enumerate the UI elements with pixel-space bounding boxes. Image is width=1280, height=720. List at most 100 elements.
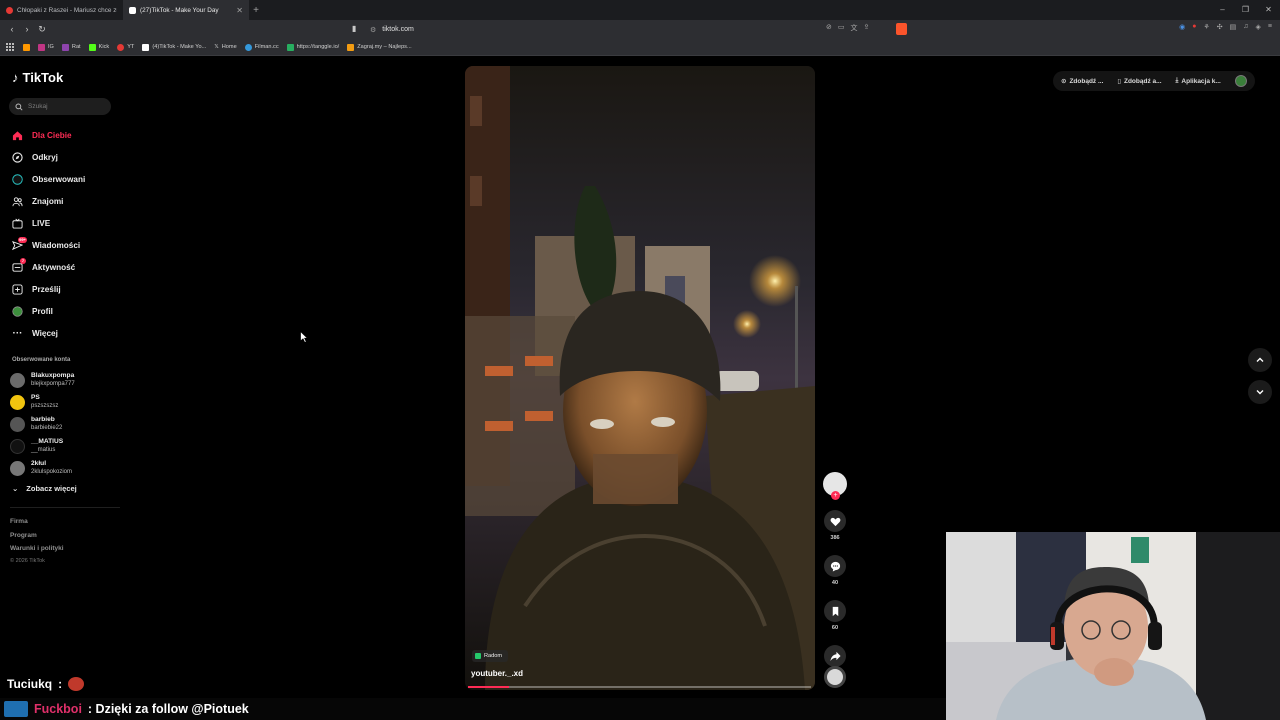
heart-icon[interactable] [824, 510, 846, 532]
bookmark-item[interactable]: https://tanggle.io/ [286, 43, 339, 51]
sidebar-item-label: Odkryj [32, 152, 58, 162]
comment-icon[interactable] [824, 555, 846, 577]
chevron-down-icon: ⌄ [12, 484, 19, 493]
bookmarks-bar: IG Rat Kick YT (4)TikTok - Make Yo... 𝕏H… [0, 39, 1280, 56]
avatar [10, 394, 25, 410]
sidebar-item-label: Prześlij [32, 284, 61, 294]
record-icon[interactable]: ● [1192, 23, 1196, 31]
sidebar-item-profile[interactable]: Profil [11, 300, 121, 322]
following-accounts-title: Obserwowane konta [12, 357, 71, 363]
sidebar-item-live[interactable]: LIVE [11, 212, 121, 234]
menu-icon[interactable]: ≡ [1268, 23, 1272, 31]
footer-link-program[interactable]: Program [10, 529, 64, 543]
creator-avatar[interactable]: + [823, 472, 847, 500]
bookmark-item[interactable]: 𝕏 Home [214, 44, 236, 50]
sidebar-icon[interactable]: ▤ [1230, 23, 1237, 31]
bookmark-favicon-icon [142, 43, 150, 51]
sidebar-item-messages[interactable]: 99+ Wiadomości [11, 234, 121, 256]
phone-icon: ▯ [1117, 78, 1121, 85]
tiktok-logo[interactable]: ♪ TikTok [12, 70, 63, 85]
reload-icon[interactable]: ↻ [36, 24, 48, 35]
forward-icon[interactable]: › [21, 24, 33, 35]
following-account[interactable]: PS pszszszsz [10, 391, 120, 413]
bookmark-page-icon[interactable]: ▮ [352, 24, 362, 35]
get-coins-button[interactable]: ⊙ Zdobądź ... [1061, 77, 1103, 86]
following-account[interactable]: __MATIUS __matius [10, 435, 120, 457]
like-action[interactable]: 386 [822, 510, 848, 541]
sidebar-item-friends[interactable]: Znajomi [11, 190, 121, 212]
back-icon[interactable]: ‹ [6, 24, 18, 35]
bookmark-item[interactable]: YT [117, 43, 134, 51]
bookmark-item[interactable]: Filman.cc [244, 43, 279, 51]
cast-icon[interactable]: ▭ [838, 23, 845, 33]
music-icon[interactable]: ♫ [1243, 23, 1248, 31]
location-label: Radom [484, 653, 503, 659]
close-window-icon[interactable]: ✕ [1257, 0, 1280, 20]
chat-emote-icon [4, 701, 28, 717]
sidebar-item-following[interactable]: Obserwowani [11, 168, 121, 190]
bookmark-item[interactable]: IG [38, 43, 54, 51]
sidebar-item-explore[interactable]: Odkryj [11, 146, 121, 168]
tab-title: (27)TikTok - Make Your Day [140, 6, 219, 14]
following-account[interactable]: Blakuxpompa blejkxpompa777 [10, 369, 120, 391]
get-app-button[interactable]: ▯ Zdobądź a... [1117, 77, 1162, 86]
stream-chat-line: Tuciukq : [7, 677, 85, 691]
following-account[interactable]: barbieb barbiebie22 [10, 413, 120, 435]
avatar [10, 416, 25, 432]
footer-link-terms[interactable]: Warunki i polityki [10, 542, 64, 556]
bookmark-item[interactable]: Kick [88, 43, 109, 51]
next-video-button[interactable] [1248, 380, 1272, 404]
camera-blocked-icon[interactable]: ⊘ [826, 23, 832, 33]
save-action[interactable]: 60 [822, 600, 848, 631]
video-author[interactable]: youtuber._.xd [471, 669, 523, 678]
music-disc-icon[interactable] [824, 666, 846, 688]
shield-icon[interactable]: ◈ [1256, 23, 1261, 31]
following-icon [11, 173, 24, 186]
video-player[interactable] [465, 66, 815, 690]
download-icon: ⤓ [1175, 77, 1179, 84]
extension-icon[interactable]: ⚘ [1203, 23, 1209, 31]
previous-video-button[interactable] [1248, 348, 1272, 372]
bookmark-item[interactable]: Rat [61, 43, 81, 51]
close-tab-icon[interactable]: ✕ [236, 6, 243, 15]
apps-grid-icon[interactable] [6, 42, 15, 52]
share-arrow-icon[interactable] [824, 645, 846, 667]
search-icon [15, 102, 23, 111]
option-label: Zdobądź a... [1123, 77, 1162, 85]
brave-shields-icon[interactable] [896, 23, 907, 35]
bookmark-favicon-icon [38, 43, 45, 51]
browser-tab-active[interactable]: (27)TikTok - Make Your Day ✕ [123, 0, 249, 20]
puzzle-icon[interactable]: ✣ [1217, 23, 1223, 31]
location-tag[interactable]: Radom [472, 650, 509, 662]
see-more-button[interactable]: ⌄ Zobacz więcej [12, 484, 77, 493]
browser-tab[interactable]: Chłopaki z Raszei - Mariusz chce zuę [0, 0, 123, 20]
profile-avatar[interactable] [1234, 75, 1247, 87]
audio-icon[interactable]: ◉ [1179, 23, 1185, 31]
bookmark-label: Rat [71, 44, 81, 50]
sidebar-item-upload[interactable]: Prześlij [11, 278, 121, 300]
footer-link-company[interactable]: Firma [10, 515, 64, 529]
desktop-app-button[interactable]: ⤓ Aplikacja k... [1176, 77, 1221, 85]
bookmark-item[interactable]: Zagraj.my – Najleps... [347, 43, 412, 51]
sidebar-item-more[interactable]: ··· Więcej [11, 322, 121, 344]
following-account[interactable]: 2kłul 2klulspokoziom [10, 457, 120, 479]
copyright: © 2026 TikTok [10, 557, 45, 564]
restore-icon[interactable]: ❐ [1234, 0, 1257, 20]
bookmark-item[interactable] [23, 43, 30, 51]
account-handle: pszszszsz [31, 403, 59, 409]
sidebar-item-label: Znajomi [32, 196, 64, 206]
new-tab-button[interactable]: + [249, 5, 263, 16]
bookmark-item[interactable]: (4)TikTok - Make Yo... [142, 43, 206, 51]
bookmark-icon[interactable] [824, 600, 846, 622]
share-icon[interactable]: ⇪ [864, 23, 870, 33]
follow-plus-icon[interactable]: + [831, 491, 840, 500]
site-info-icon[interactable]: ⚙ [370, 26, 376, 34]
sidebar-item-for-you[interactable]: Dla Ciebie [11, 124, 121, 146]
comment-action[interactable]: 40 [822, 555, 848, 586]
sidebar-item-activity[interactable]: 7 Aktywność [11, 256, 121, 278]
video-progress-bar[interactable] [468, 686, 811, 688]
translate-icon[interactable]: 文 [851, 23, 858, 33]
search-input[interactable]: Szukaj [9, 98, 111, 115]
chat-separator: : [58, 677, 63, 691]
minimize-icon[interactable]: – [1211, 0, 1234, 20]
